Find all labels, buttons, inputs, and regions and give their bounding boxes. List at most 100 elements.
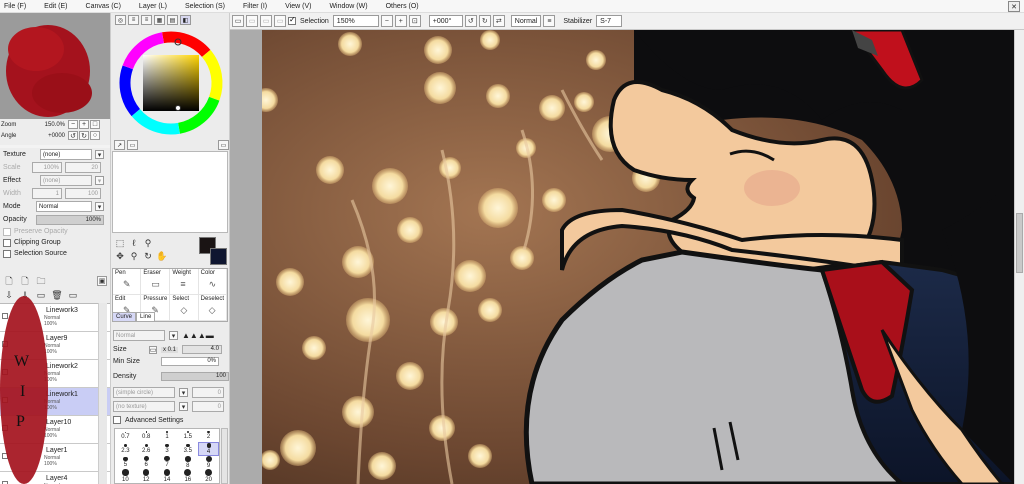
size-cell[interactable]: 2 (198, 429, 219, 442)
width-field[interactable]: 1 (32, 188, 62, 199)
menu-item-edit[interactable]: Edit (E) (44, 3, 73, 10)
size-value[interactable]: 4.0 (182, 345, 223, 354)
scale-number[interactable]: 20 (65, 162, 101, 173)
color-wheel-tab-icon[interactable]: ◎ (115, 15, 126, 25)
new-linework-layer-icon[interactable]: 🗋 (19, 276, 31, 288)
size-cell[interactable]: 9 (198, 455, 219, 469)
nav-rotate-right-button[interactable]: ↻ (79, 131, 89, 140)
size-multiplier[interactable]: x 0.1 (161, 346, 179, 353)
size-table-scrollbar[interactable] (221, 428, 228, 484)
size-cell[interactable]: 2.6 (136, 442, 157, 455)
zoom-in-button[interactable]: + (394, 15, 407, 27)
menu-item-view[interactable]: View (V) (285, 3, 317, 10)
stabilizer-dropdown[interactable]: S-7 (596, 15, 623, 27)
new-layer-icon[interactable]: 🗋 (3, 276, 15, 288)
clipping-group-checkbox[interactable] (3, 238, 11, 247)
canvas-scroll-thumb[interactable] (1016, 213, 1023, 273)
size-cell[interactable]: 2.3 (115, 442, 136, 455)
transparent-color[interactable] (210, 248, 227, 265)
menu-item-window[interactable]: Window (W) (329, 3, 373, 10)
blend-options-button[interactable]: ≡ (543, 15, 556, 27)
layer-panel-button[interactable]: ▣ (97, 276, 107, 286)
invert-selection-button[interactable]: ▭ (260, 15, 272, 27)
min-size-value[interactable]: 0% (161, 357, 219, 366)
size-cell[interactable]: 8 (177, 456, 198, 469)
paper-texture-arrow[interactable]: ▾ (179, 402, 188, 411)
preserve-opacity-checkbox[interactable] (3, 227, 11, 236)
value-marker[interactable] (175, 105, 181, 111)
close-window-button[interactable]: ✕ (1008, 1, 1020, 12)
swatches-tab-icon[interactable]: ▦ (154, 15, 165, 25)
nav-zoom-out-button[interactable]: − (68, 120, 78, 129)
rotation-field[interactable]: +000° (428, 15, 463, 27)
menu-item-layer[interactable]: Layer (L) (139, 3, 173, 10)
select-all-button[interactable]: ▭ (246, 15, 258, 27)
blend-mode-field[interactable]: Normal (510, 15, 542, 27)
transform-button[interactable]: ▭ (274, 15, 286, 27)
rotate-right-button[interactable]: ↻ (478, 15, 491, 27)
nav-zoom-reset-button[interactable]: □ (90, 120, 100, 129)
hsv-slider-tab-icon[interactable]: ≡ (141, 15, 152, 25)
mode-dropdown[interactable]: Normal (36, 201, 92, 212)
brush-texture-dropdown[interactable]: (simple circle) (113, 387, 175, 398)
width-number[interactable]: 100 (65, 188, 101, 199)
density-value[interactable]: 100 (161, 372, 229, 381)
effect-dropdown[interactable]: (none) (40, 175, 92, 186)
nav-zoom-in-button[interactable]: + (79, 120, 89, 129)
menu-item-filter[interactable]: Filter (I) (243, 3, 273, 10)
brush-eraser[interactable]: Eraser ▭ (141, 269, 171, 295)
size-cell[interactable]: 1.5 (177, 429, 198, 442)
scratchpad-tab-icon[interactable]: ▤ (167, 15, 178, 25)
brush-weight[interactable]: Weight ≡ (170, 269, 199, 295)
line-tab[interactable]: Line (136, 312, 156, 322)
selection-checkbox[interactable] (288, 15, 296, 25)
paper-texture-dropdown[interactable]: (no texture) (113, 401, 175, 412)
layer-menu-icon[interactable]: ▭ (67, 289, 79, 301)
canvas-area[interactable] (230, 30, 1014, 484)
brush-mode-arrow[interactable]: ▾ (169, 331, 178, 340)
lasso-icon[interactable]: ℓ (128, 237, 140, 249)
effect-dropdown-arrow[interactable]: ▾ (95, 176, 104, 185)
nav-rotate-reset-button[interactable]: ○ (90, 131, 100, 140)
rotate-tool-icon[interactable]: ↻ (142, 250, 154, 262)
size-cell[interactable]: 7 (157, 456, 178, 469)
opacity-slider[interactable]: 100% (36, 214, 104, 225)
size-multiplier-button[interactable]: ▭ (149, 345, 157, 354)
brush-texture-value[interactable]: 0 (192, 387, 224, 398)
menu-item-file[interactable]: File (F) (4, 3, 32, 10)
size-cell[interactable]: 16 (177, 468, 198, 483)
menu-item-canvas[interactable]: Canvas (C) (86, 3, 127, 10)
nav-rotate-left-button[interactable]: ↺ (68, 131, 78, 140)
menu-item-others[interactable]: Others (O) (386, 3, 425, 10)
deselect-button[interactable]: ▭ (232, 15, 244, 27)
size-cell[interactable]: 4 (198, 442, 219, 456)
swatch-area[interactable] (112, 151, 228, 233)
zoom-field[interactable]: 150% (332, 15, 379, 27)
swatch-add-icon[interactable]: ↗ (114, 140, 125, 150)
menu-item-selection[interactable]: Selection (S) (185, 3, 231, 10)
delete-layer-icon[interactable]: 🗑 (51, 289, 63, 301)
size-cell[interactable]: 5 (115, 456, 136, 469)
size-cell[interactable]: 0.7 (115, 429, 136, 442)
brush-pen[interactable]: Pen ✎ (113, 269, 142, 295)
selection-source-checkbox[interactable] (3, 249, 11, 258)
artwork-canvas[interactable] (262, 30, 1014, 484)
hand-icon[interactable]: ✋ (156, 250, 168, 262)
palette-tab-icon[interactable]: ◧ (180, 15, 191, 25)
texture-dropdown[interactable]: (none) (40, 149, 92, 160)
size-cell[interactable]: 12 (136, 469, 157, 483)
size-cell[interactable]: 3.5 (177, 442, 198, 455)
size-cell[interactable]: 3 (157, 442, 178, 455)
scale-field[interactable]: 100% (32, 162, 62, 173)
advanced-settings-checkbox[interactable] (113, 416, 121, 424)
paper-texture-value[interactable]: 0 (192, 401, 224, 412)
brush-shape-icons[interactable]: ▲▲▲▬ (182, 331, 214, 340)
new-folder-icon[interactable]: 🗀 (35, 276, 47, 288)
layer-list-scrollbar[interactable] (98, 303, 107, 484)
rgb-slider-tab-icon[interactable]: ≡ (128, 15, 139, 25)
size-cell[interactable]: 14 (157, 469, 178, 483)
navigator-preview[interactable] (0, 13, 110, 119)
mode-dropdown-arrow[interactable]: ▾ (95, 202, 104, 211)
zoom-tool-icon[interactable]: ⚲ (128, 250, 140, 262)
swatch-close-icon[interactable]: ▭ (218, 140, 229, 150)
